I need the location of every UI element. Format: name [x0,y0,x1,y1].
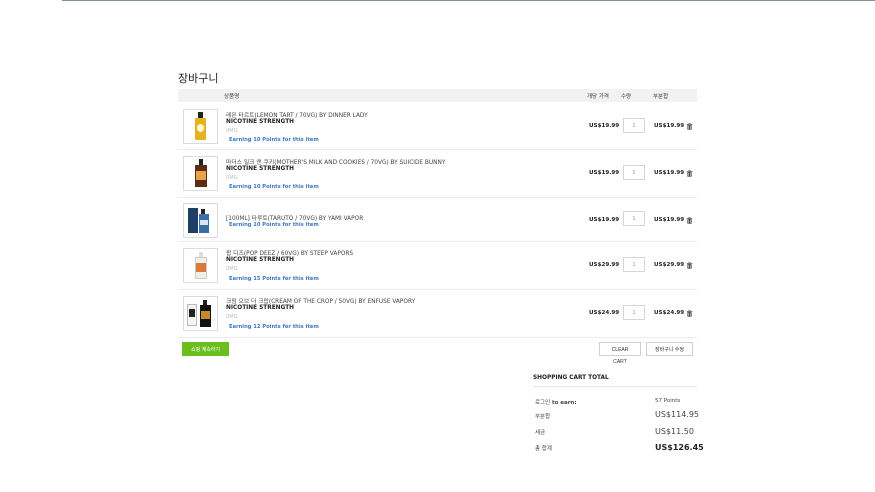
clear-cart-button[interactable]: CLEAR CART [599,342,641,365]
unit-price: US$29.99 [589,262,620,268]
points-label-suffix: to earn: [551,400,577,406]
quantity-input[interactable]: 1 [623,257,645,272]
header-unit-price: 개당 가격 [587,94,609,100]
points-note: Earning 10 Points for this item [229,137,319,143]
row-subtotal: US$24.99 [654,310,685,316]
unit-price: US$19.99 [589,217,620,223]
cart-table-header: 상품명 개당 가격 수량 부분합 [178,89,697,102]
tax-value: US$11.50 [655,427,694,436]
row-subtotal: US$19.99 [654,217,685,223]
unit-price: US$19.99 [589,123,620,129]
trash-icon[interactable] [686,123,693,130]
tax-label: 세금 [535,430,546,436]
points-note: Earning 12 Points for this item [229,324,319,330]
product-name-link[interactable]: 팝 디즈(POP DEEZ / 60VG) BY STEEP VAPORS [226,248,353,257]
table-row: 팝 디즈(POP DEEZ / 60VG) BY STEEP VAPORS NI… [178,242,697,290]
table-row: 레몬 타르트(LEMON TART / 70VG) BY DINNER LADY… [178,103,697,150]
product-name-link[interactable]: 마더스 밀크 앤 쿠키(MOTHER'S MILK AND COOKIES / … [226,157,445,166]
table-row: 크림 오브 더 크랍(CREAM OF THE CROP / 50VG) BY … [178,290,697,338]
product-name-link[interactable]: 레몬 타르트(LEMON TART / 70VG) BY DINNER LADY [226,110,368,119]
table-row: 마더스 밀크 앤 쿠키(MOTHER'S MILK AND COOKIES / … [178,150,697,198]
update-cart-button[interactable]: 장바구니 수정 [646,342,693,356]
totals-divider [533,386,697,387]
nicotine-label: NICOTINE STRENGTH [226,257,294,263]
continue-shopping-button[interactable]: 쇼핑 계속하기 [182,342,229,356]
points-value: 57 Points [655,398,681,404]
quantity-input[interactable]: 1 [623,211,645,226]
subtotal-label: 부분합 [535,414,551,420]
header-quantity: 수량 [621,94,632,100]
header-subtotal: 부분합 [653,94,669,100]
nicotine-label: NICOTINE STRENGTH [226,305,294,311]
product-image[interactable] [183,156,218,191]
nicotine-value: 0MG [226,314,238,320]
trash-icon[interactable] [686,170,693,177]
subtotal-value: US$114.95 [655,410,700,419]
product-image[interactable] [183,296,218,331]
header-product: 상품명 [224,94,240,100]
points-note: Earning 15 Points for this item [229,276,319,282]
login-link[interactable]: 로그인 [535,400,550,406]
nicotine-value: 0MG [226,266,238,272]
product-name-link[interactable]: 크림 오브 더 크랍(CREAM OF THE CROP / 50VG) BY … [226,296,415,305]
product-image[interactable] [183,203,218,238]
quantity-input[interactable]: 1 [623,118,645,133]
page-title: 장바구니 [178,72,219,85]
nicotine-label: NICOTINE STRENGTH [226,119,294,125]
row-subtotal: US$19.99 [654,170,685,176]
trash-icon[interactable] [686,217,693,224]
points-label: 로그인 to earn: [535,398,577,406]
quantity-input[interactable]: 1 [623,305,645,320]
row-subtotal: US$19.99 [654,123,685,129]
nicotine-value: 0MG [226,175,238,181]
product-image[interactable] [183,248,218,283]
unit-price: US$24.99 [589,310,620,316]
cart-totals-title: SHOPPING CART TOTAL [533,375,609,381]
row-subtotal: US$29.99 [654,262,685,268]
nicotine-label: NICOTINE STRENGTH [226,166,294,172]
top-divider [62,0,875,1]
table-row: [100ML] 타루토(TARUTO / 70VG) BY YAMI VAPOR… [178,198,697,242]
product-image[interactable] [183,109,218,144]
total-label: 총 합계 [535,446,552,452]
trash-icon[interactable] [686,310,693,317]
points-note: Earning 10 Points for this item [229,222,319,228]
nicotine-value: 0MG [226,128,238,134]
unit-price: US$19.99 [589,170,620,176]
total-value: US$126.45 [655,443,704,452]
product-name-link[interactable]: [100ML] 타루토(TARUTO / 70VG) BY YAMI VAPOR [226,213,363,222]
points-note: Earning 10 Points for this item [229,184,319,190]
quantity-input[interactable]: 1 [623,165,645,180]
trash-icon[interactable] [686,262,693,269]
